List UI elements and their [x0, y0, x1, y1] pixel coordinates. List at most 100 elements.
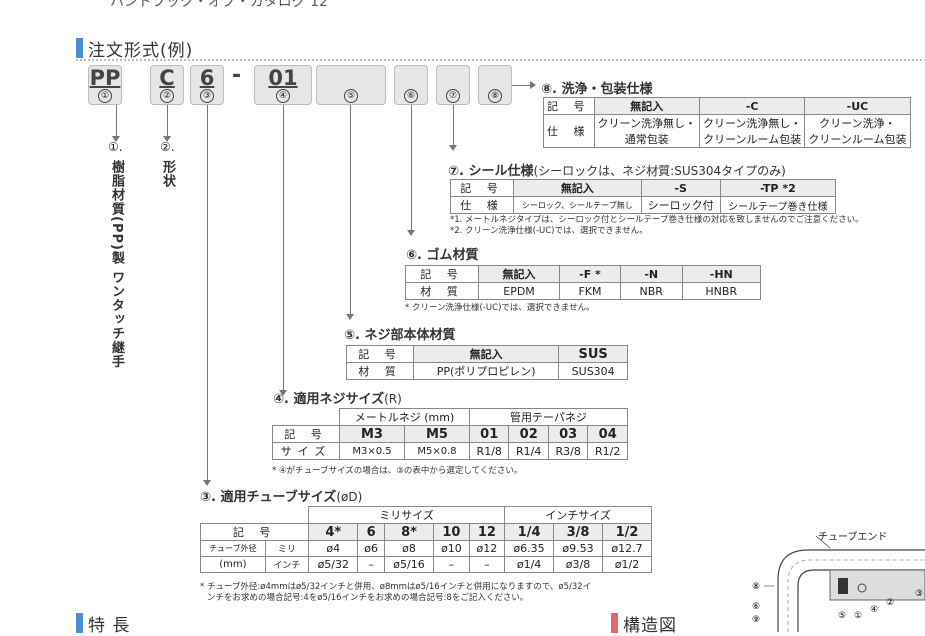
t6-note: * クリーン洗浄仕様(-UC)では、選択できません。 — [405, 303, 595, 313]
t7-title: ⑦. シール仕様(シーロックは、ネジ材質:SUS304タイプのみ) — [448, 160, 786, 179]
t4-r5: R3/8 — [547, 442, 589, 460]
section-title: 注文形式(例) — [88, 41, 194, 61]
t3-r2-6: ø1/4 — [504, 556, 555, 573]
t5-title: ⑤. ネジ部本体材質 — [344, 328, 456, 343]
t3-rowlabel-a: チューブ外径 — [200, 540, 266, 557]
leader-5 — [350, 105, 351, 317]
t4-group-taper: 管用テーパネジ — [468, 408, 629, 426]
t8-r2c3: クリーンルーム包装 — [804, 131, 911, 148]
t8-label: 仕 様 — [543, 114, 595, 148]
t3-h5: 12 — [468, 523, 506, 541]
t7-r0: 仕 様 — [450, 196, 514, 214]
t3-h0: 記 号 — [199, 523, 310, 541]
code-box-5: ⑤ — [316, 65, 386, 105]
leader-5-arrow — [346, 314, 354, 320]
svg-text:⑨: ⑨ — [752, 615, 760, 625]
t3-h1: 4* — [308, 523, 359, 541]
structure-bar — [611, 613, 618, 633]
t3-title: ③. 適用チューブサイズ(øD) — [200, 486, 362, 505]
t4-group-metric: メートルネジ (mm) — [339, 408, 470, 426]
leader-6 — [411, 105, 412, 233]
t3-group-mm: ミリサイズ — [308, 506, 506, 524]
t7-title-sub: (シーロックは、ネジ材質:SUS304タイプのみ) — [533, 164, 786, 178]
t4-title-sub: (R) — [384, 392, 402, 406]
t3-group-inch: インチサイズ — [504, 506, 652, 524]
code-box-8: ⑧ — [478, 65, 512, 105]
features-title: 特 長 — [88, 616, 131, 636]
t8-r1c2: クリーン洗浄無し・ — [698, 114, 806, 131]
t8-h3: -UC — [804, 97, 911, 115]
t7-h3: -TP *2 — [719, 179, 837, 197]
t3-title-main: ③. 適用チューブサイズ — [200, 490, 337, 505]
t7-h1: 無記入 — [513, 179, 642, 197]
t8-title: ⑧. 洗浄・包装仕様 — [541, 82, 653, 97]
code-num-6: ⑥ — [404, 89, 418, 103]
t3-r2-3: ø5/16 — [383, 556, 435, 573]
t3-r1-4: ø10 — [433, 540, 470, 557]
t5-h2: SUS — [558, 345, 628, 363]
t3-r1-1: ø4 — [308, 540, 359, 557]
t4-title-main: ④. 適用ネジサイズ — [273, 392, 385, 407]
t3-h7: 3/8 — [553, 523, 603, 541]
t3-h6: 1/4 — [504, 523, 555, 541]
t8-h2: -C — [698, 97, 806, 115]
code-num-8: ⑧ — [488, 89, 502, 103]
t3-r1-5: ø12 — [468, 540, 506, 557]
t3-r2-5: – — [468, 556, 506, 573]
t3-h2: 6 — [357, 523, 385, 541]
t3-table: ミリサイズ インチサイズ 記 号 4* 6 8* 10 12 1/4 3/8 1… — [199, 506, 653, 573]
t6-h0: 記 号 — [405, 265, 479, 283]
t7-r1: シーロック、シールテープ無し — [513, 196, 642, 214]
structure-diagram: ⑧ ⑥ ⑨ ⑤ ① ④ ② ③ — [752, 535, 925, 632]
t6-h2: -F * — [559, 265, 621, 283]
t3-r1-8: ø12.7 — [601, 540, 653, 557]
code-num-5: ⑤ — [344, 89, 358, 103]
label-1-text: 樹脂材質(PP)製 ワンタッチ継手 — [109, 160, 124, 369]
leader-3 — [207, 105, 208, 483]
t7-h0: 記 号 — [450, 179, 514, 197]
t6-r1: EPDM — [477, 282, 561, 300]
t4-title: ④. 適用ネジサイズ(R) — [273, 388, 402, 407]
leader-6-arrow — [407, 230, 415, 236]
code-num-1: ① — [98, 89, 112, 103]
t4-r0: サイズ — [272, 442, 340, 460]
t3-sub-a: ミリ — [264, 540, 310, 557]
t6-title: ⑥. ゴム材質 — [406, 248, 479, 263]
t7-r3: シールテープ巻き仕様 — [719, 196, 837, 214]
svg-text:⑤: ⑤ — [838, 611, 846, 621]
t7-note-1: *1. メートルネジタイプは、シーロック付とシールテープ巻き仕様の対応を致しませ… — [450, 215, 864, 225]
t8-h0: 記 号 — [543, 97, 595, 115]
t3-title-sub: (øD) — [336, 490, 363, 504]
t3-note-1: * チューブ外径:ø4mmはø5/32インチと併用、ø8mmはø5/16インチと… — [200, 582, 592, 592]
t3-r1-6: ø6.35 — [504, 540, 555, 557]
t7-title-main: ⑦. シール仕様 — [448, 164, 534, 179]
top-partial-text: ハンドブック・オブ・カタログ 12 — [110, 0, 328, 10]
t4-r4: R1/4 — [508, 442, 549, 460]
t4-h6: 04 — [587, 425, 628, 443]
leader-8 — [512, 85, 532, 86]
t4-r6: R1/2 — [587, 442, 628, 460]
t5-r2: SUS304 — [558, 362, 628, 380]
t6-r2: FKM — [559, 282, 621, 300]
code-box-3: 6 ③ — [190, 65, 224, 105]
t8-r2c2: クリーンルーム包装 — [698, 131, 806, 148]
leader-7 — [453, 105, 454, 148]
code-box-7: ⑦ — [436, 65, 470, 105]
label-2-text: 形状 — [160, 160, 175, 188]
t5-h0: 記 号 — [346, 345, 414, 363]
t3-h4: 10 — [433, 523, 470, 541]
t4-h5: 03 — [547, 425, 589, 443]
leader-1 — [116, 105, 117, 139]
leader-4 — [283, 105, 284, 393]
t4-r2: M5×0.8 — [403, 442, 470, 460]
t6-h3: -N — [619, 265, 683, 283]
code-num-2: ② — [160, 89, 174, 103]
t3-sub-b: インチ — [264, 556, 310, 573]
t3-r2-7: ø3/8 — [553, 556, 603, 573]
t8-table: 記 号 無記入 -C -UC 仕 様 クリーン洗浄無し・ クリーン洗浄無し・ ク… — [543, 97, 911, 148]
t7-note-2: *2. クリーン洗浄仕様(-UC)では、選択できません。 — [450, 226, 648, 236]
t5-r0: 材 質 — [346, 362, 414, 380]
t3-h3: 8* — [383, 523, 435, 541]
t6-r3: NBR — [619, 282, 683, 300]
section-bar — [76, 38, 83, 58]
